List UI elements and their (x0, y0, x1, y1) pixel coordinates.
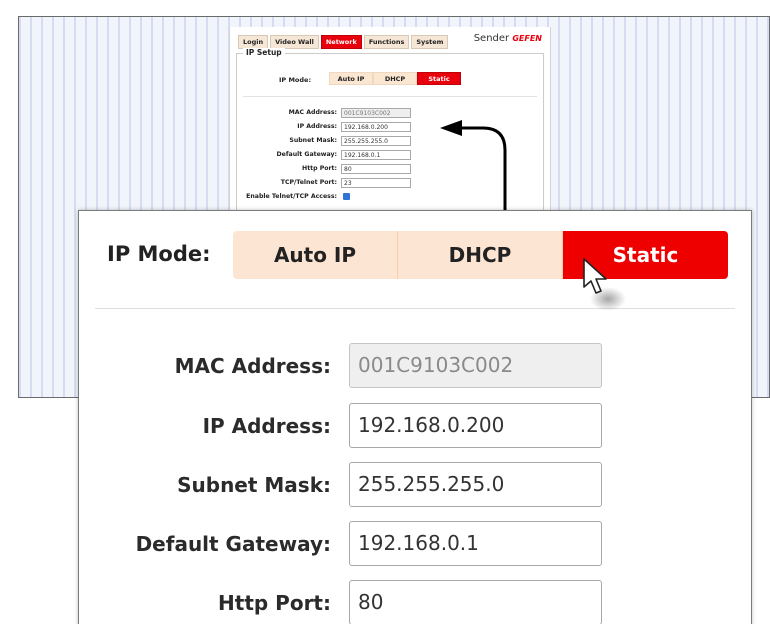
ip-mode-auto-ip-button[interactable]: Auto IP (233, 231, 398, 279)
gateway-row: Default Gateway: 192.168.0.1 (237, 150, 537, 161)
mac-row: MAC Address: 001C9103C002 (79, 343, 753, 389)
mac-row: MAC Address: 001C9103C002 (237, 108, 537, 119)
gateway-row: Default Gateway: 192.168.0.1 (79, 521, 753, 567)
subnet-field[interactable]: 255.255.255.0 (349, 462, 602, 507)
gateway-label: Default Gateway: (135, 532, 331, 556)
ip-mode-auto-ip[interactable]: Auto IP (329, 72, 373, 85)
mac-label: MAC Address: (288, 109, 337, 116)
http-field[interactable]: 80 (341, 164, 411, 174)
nav-tabs: Login Video Wall Network Functions Syste… (238, 35, 449, 49)
telnet-access-row: Enable Telnet/TCP Access: (237, 192, 537, 203)
gateway-field[interactable]: 192.168.0.1 (349, 521, 602, 566)
tab-system[interactable]: System (411, 35, 449, 49)
telnet-access-label: Enable Telnet/TCP Access: (246, 193, 337, 200)
ip-label: IP Address: (202, 414, 331, 438)
http-field[interactable]: 80 (349, 580, 602, 624)
subnet-label: Subnet Mask: (177, 473, 331, 497)
ip-mode-label: IP Mode: (107, 242, 211, 266)
ip-mode-selector: Auto IP DHCP Static (329, 72, 461, 85)
divider (243, 96, 537, 97)
gateway-field[interactable]: 192.168.0.1 (341, 150, 411, 160)
ip-row: IP Address: 192.168.0.200 (237, 122, 537, 133)
gateway-label: Default Gateway: (276, 151, 337, 158)
mac-field: 001C9103C002 (341, 108, 411, 118)
mac-field: 001C9103C002 (349, 343, 602, 388)
telnet-row: TCP/Telnet Port: 23 (237, 178, 537, 189)
ip-mode-dhcp-button[interactable]: DHCP (398, 231, 563, 279)
gefen-logo: GEFEN (512, 34, 542, 43)
telnet-access-checkbox[interactable] (343, 193, 350, 200)
http-label: Http Port: (302, 165, 337, 172)
telnet-field[interactable]: 23 (341, 178, 411, 188)
mac-label: MAC Address: (174, 354, 331, 378)
divider (95, 308, 735, 309)
subnet-row: Subnet Mask: 255.255.255.0 (237, 136, 537, 147)
tab-functions[interactable]: Functions (363, 35, 410, 49)
ip-mode-selector: Auto IP DHCP Static (233, 231, 728, 279)
subnet-row: Subnet Mask: 255.255.255.0 (79, 462, 753, 508)
ip-mode-label: IP Mode: (279, 76, 312, 84)
telnet-label: TCP/Telnet Port: (280, 179, 337, 186)
ip-setup-legend: IP Setup (243, 48, 285, 57)
ip-field[interactable]: 192.168.0.200 (349, 403, 602, 448)
ip-mode-dhcp[interactable]: DHCP (373, 72, 417, 85)
ip-label: IP Address: (297, 123, 337, 130)
ip-mode-static[interactable]: Static (417, 72, 461, 85)
subnet-field[interactable]: 255.255.255.0 (341, 136, 411, 146)
subnet-label: Subnet Mask: (289, 137, 337, 144)
sender-label: Sender (473, 33, 510, 44)
http-label: Http Port: (218, 591, 331, 615)
tab-video-wall[interactable]: Video Wall (270, 35, 319, 49)
ip-setup-fieldset: IP Setup IP Mode: Auto IP DHCP Static MA… (236, 48, 544, 213)
http-row: Http Port: 80 (79, 580, 753, 624)
zoomed-ip-setup: IP Mode: Auto IP DHCP Static MAC Address… (78, 210, 752, 624)
ip-row: IP Address: 192.168.0.200 (79, 403, 753, 449)
ip-field[interactable]: 192.168.0.200 (341, 122, 411, 132)
tab-network[interactable]: Network (320, 35, 362, 49)
mouse-pointer-icon (583, 258, 626, 311)
tab-login[interactable]: Login (238, 35, 269, 49)
http-row: Http Port: 80 (237, 164, 537, 175)
brand: Sender GEFEN (474, 33, 542, 44)
